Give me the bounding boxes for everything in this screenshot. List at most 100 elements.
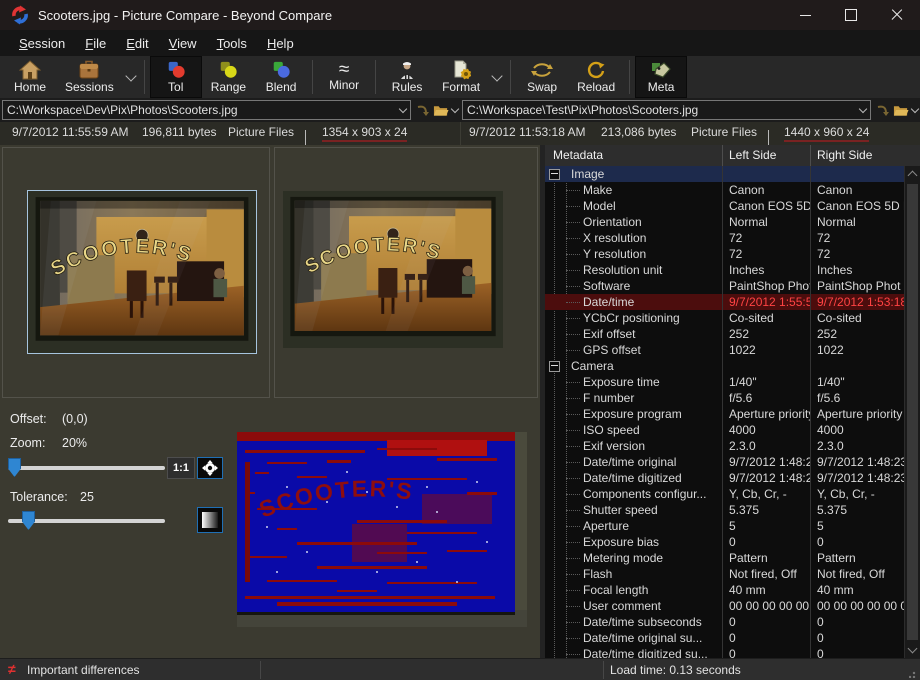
sessions-button[interactable]: Sessions xyxy=(56,56,123,98)
tolerance-mode-button[interactable]: Tol xyxy=(150,56,202,98)
metadata-row[interactable]: FlashNot fired, OffNot fired, Off xyxy=(545,566,905,582)
metadata-row[interactable]: MakeCanonCanon xyxy=(545,182,905,198)
chevron-down-icon[interactable] xyxy=(911,104,919,112)
collapse-icon[interactable] xyxy=(549,169,560,180)
chevron-down-icon[interactable] xyxy=(451,104,459,112)
left-revert-icon[interactable] xyxy=(414,101,430,119)
metadata-scrollbar[interactable] xyxy=(904,166,920,658)
metadata-right-value xyxy=(810,358,905,374)
blend-mode-button[interactable]: Blend xyxy=(255,56,307,98)
metadata-row[interactable]: Date/time original9/7/2012 1:48:239/7/20… xyxy=(545,454,905,470)
rules-button[interactable]: Rules xyxy=(381,56,433,98)
menu-view[interactable]: View xyxy=(160,32,206,55)
metadata-column-header[interactable]: Metadata xyxy=(545,145,722,166)
metadata-row[interactable]: Date/time digitized9/7/2012 1:48:239/7/2… xyxy=(545,470,905,486)
metadata-row[interactable]: GPS offset10221022 xyxy=(545,342,905,358)
right-browse-folder-icon[interactable] xyxy=(893,101,909,119)
metadata-right-value: Canon xyxy=(810,182,905,198)
left-image[interactable] xyxy=(28,191,256,353)
metadata-row[interactable]: Aperture55 xyxy=(545,518,905,534)
metadata-row[interactable]: Date/time9/7/2012 1:55:599/7/2012 1:53:1… xyxy=(545,294,905,310)
menu-file[interactable]: File xyxy=(76,32,115,55)
left-path-combobox[interactable]: C:\Workspace\Dev\Pix\Photos\Scooters.jpg xyxy=(2,100,411,120)
tolerance-slider[interactable] xyxy=(8,519,165,523)
right-path-combobox[interactable]: C:\Workspace\Test\Pix\Photos\Scooters.jp… xyxy=(462,100,871,120)
reload-button[interactable]: Reload xyxy=(568,56,624,98)
metadata-row[interactable]: Metering modePatternPattern xyxy=(545,550,905,566)
metadata-row[interactable]: Exposure programAperture priorityApertur… xyxy=(545,406,905,422)
swap-button[interactable]: Swap xyxy=(516,56,568,98)
left-image-pane[interactable] xyxy=(2,147,270,398)
metadata-row[interactable]: Focal length40 mm40 mm xyxy=(545,582,905,598)
metadata-group-row[interactable]: Image xyxy=(545,166,905,182)
metadata-row[interactable]: Exif offset252252 xyxy=(545,326,905,342)
right-revert-icon[interactable] xyxy=(874,101,890,119)
tolerance-slider-thumb[interactable] xyxy=(22,511,35,530)
metadata-row[interactable]: ISO speed40004000 xyxy=(545,422,905,438)
gradient-display-button[interactable] xyxy=(197,507,223,533)
metadata-row[interactable]: ModelCanon EOS 5D MCanon EOS 5D M xyxy=(545,198,905,214)
metadata-right-value: 4000 xyxy=(810,422,905,438)
menu-tools[interactable]: Tools xyxy=(208,32,256,55)
right-side-column-header[interactable]: Right Side xyxy=(810,145,920,166)
scrollbar-thumb[interactable] xyxy=(907,184,918,640)
format-button[interactable]: Format xyxy=(433,56,489,98)
right-image-pane[interactable] xyxy=(274,147,538,398)
left-side-column-header[interactable]: Left Side xyxy=(722,145,810,166)
metadata-row[interactable]: Date/time digitized su...00 xyxy=(545,646,905,658)
metadata-right-value xyxy=(810,166,905,182)
toolbar-separator xyxy=(510,60,511,94)
zoom-slider-thumb[interactable] xyxy=(8,458,21,477)
menu-edit[interactable]: Edit xyxy=(117,32,157,55)
home-button[interactable]: Home xyxy=(4,56,56,98)
metadata-row[interactable]: Exif version2.3.02.3.0 xyxy=(545,438,905,454)
metadata-row[interactable]: Exposure time1/40"1/40" xyxy=(545,374,905,390)
metadata-left-value: Aperture priority xyxy=(722,406,810,422)
metadata-row[interactable]: User comment00 00 00 00 00 00 0000 00 00… xyxy=(545,598,905,614)
collapse-icon[interactable] xyxy=(549,361,560,372)
resize-grip-icon[interactable] xyxy=(909,670,917,678)
one-to-one-button[interactable]: 1:1 xyxy=(167,457,195,479)
meta-button[interactable]: Meta xyxy=(635,56,687,98)
metadata-row[interactable]: SoftwarePaintShop PhotPaintShop Phot xyxy=(545,278,905,294)
metadata-row[interactable]: Date/time subseconds00 xyxy=(545,614,905,630)
minor-button[interactable]: ≈ Minor xyxy=(318,56,370,98)
metadata-row-label: ISO speed xyxy=(583,423,640,437)
fit-to-window-button[interactable] xyxy=(197,457,223,479)
menu-help[interactable]: Help xyxy=(258,32,303,55)
metadata-row-label: Flash xyxy=(583,567,612,581)
zoom-slider[interactable] xyxy=(8,466,165,470)
chevron-down-icon[interactable] xyxy=(305,130,306,145)
metadata-left-value: 1/40" xyxy=(722,374,810,390)
metadata-row[interactable]: F numberf/5.6f/5.6 xyxy=(545,390,905,406)
metadata-group-row[interactable]: Camera xyxy=(545,358,905,374)
metadata-row[interactable]: Resolution unitInchesInches xyxy=(545,262,905,278)
metadata-row[interactable]: X resolution7272 xyxy=(545,230,905,246)
left-file-size: 196,811 bytes xyxy=(142,125,217,139)
right-image[interactable] xyxy=(283,191,503,348)
scroll-up-icon[interactable] xyxy=(908,171,918,181)
metadata-row[interactable]: Components configur...Y, Cb, Cr, -Y, Cb,… xyxy=(545,486,905,502)
metadata-row[interactable]: Shutter speed5.3755.375 xyxy=(545,502,905,518)
metadata-row[interactable]: Exposure bias00 xyxy=(545,534,905,550)
left-browse-folder-icon[interactable] xyxy=(433,101,449,119)
metadata-row[interactable]: Y resolution7272 xyxy=(545,246,905,262)
metadata-row[interactable]: OrientationNormalNormal xyxy=(545,214,905,230)
chevron-down-icon[interactable] xyxy=(768,130,769,145)
maximize-button[interactable] xyxy=(828,0,874,30)
left-file-type[interactable]: Picture Files xyxy=(228,125,294,139)
right-file-type[interactable]: Picture Files xyxy=(691,125,757,139)
scroll-down-icon[interactable] xyxy=(908,644,918,654)
path-row: C:\Workspace\Dev\Pix\Photos\Scooters.jpg… xyxy=(0,98,920,122)
metadata-row[interactable]: Date/time original su...00 xyxy=(545,630,905,646)
metadata-left-value: 9/7/2012 1:48:23 xyxy=(722,470,810,486)
range-mode-button[interactable]: Range xyxy=(202,56,255,98)
difference-image[interactable]: SCOOTER'S xyxy=(237,432,527,627)
tolerance-label: Tolerance: xyxy=(10,490,68,504)
minimize-button[interactable] xyxy=(782,0,828,30)
close-button[interactable] xyxy=(874,0,920,30)
menu-session[interactable]: Session xyxy=(10,32,74,55)
format-dropdown-chevron[interactable] xyxy=(489,56,505,98)
sessions-dropdown-chevron[interactable] xyxy=(123,56,139,98)
metadata-row[interactable]: YCbCr positioningCo-sitedCo-sited xyxy=(545,310,905,326)
